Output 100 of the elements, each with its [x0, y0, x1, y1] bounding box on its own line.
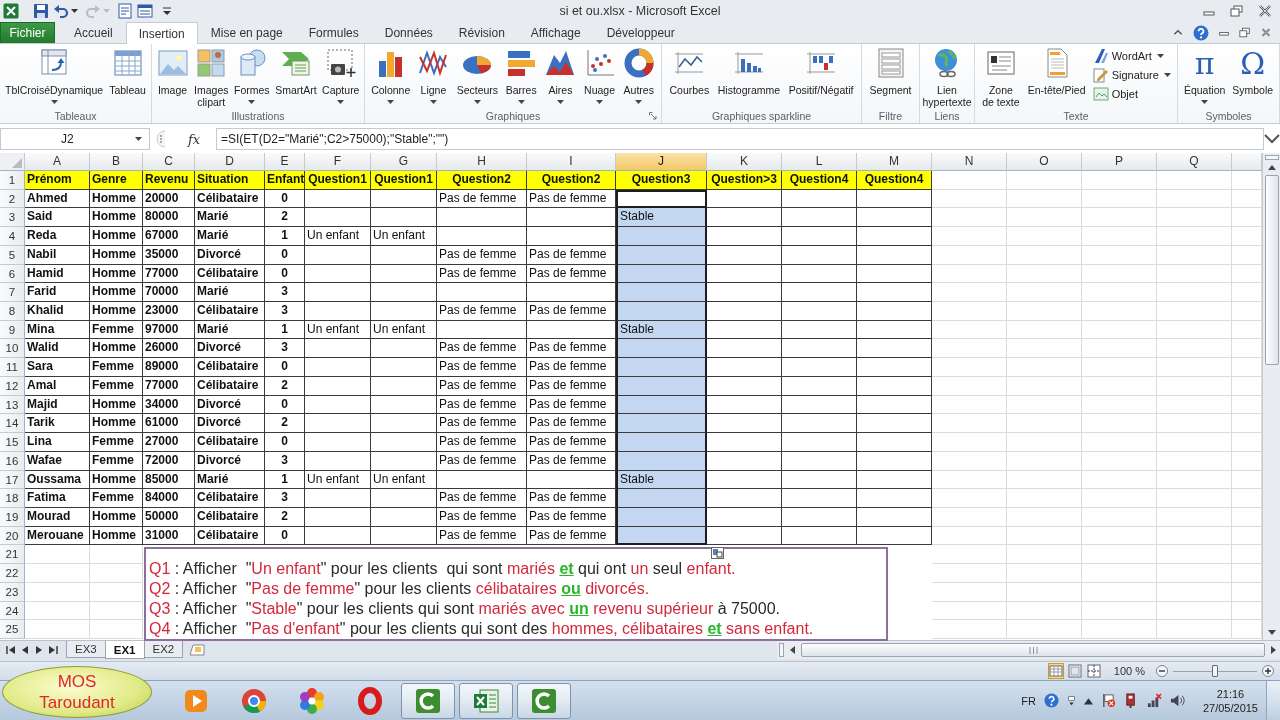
- last-sheet-icon[interactable]: [48, 646, 58, 654]
- insert-function-button[interactable]: fx: [166, 128, 216, 150]
- scroll-left-icon[interactable]: [790, 646, 795, 654]
- ribbon-tab[interactable]: Affichage: [517, 22, 594, 43]
- ribbon-tab[interactable]: Données: [371, 22, 446, 43]
- resize-handle-icon[interactable]: [156, 130, 166, 148]
- speaker-icon[interactable]: [1169, 693, 1185, 708]
- language-indicator[interactable]: FR: [1021, 694, 1036, 707]
- ribbon-tab[interactable]: Fichier: [0, 22, 55, 43]
- customize-toolbar-icon[interactable]: [163, 7, 171, 15]
- ribbon-button[interactable]: Images clipart: [193, 47, 230, 108]
- ribbon-button[interactable]: Image: [155, 47, 190, 96]
- expand-formula-icon[interactable]: [1264, 134, 1280, 144]
- taskbar-button[interactable]: [459, 682, 513, 719]
- vertical-scrollbar[interactable]: [1262, 153, 1280, 640]
- ribbon-button[interactable]: Nuage: [582, 47, 617, 104]
- ribbon-button[interactable]: Positif/Négatif: [787, 47, 855, 96]
- dialog-launcher-icon[interactable]: [649, 112, 657, 120]
- split-handle-icon[interactable]: [1264, 155, 1279, 160]
- column-header[interactable]: A: [25, 153, 90, 171]
- save-icon[interactable]: [33, 3, 49, 19]
- row-header[interactable]: 22: [0, 564, 25, 583]
- flag-icon[interactable]: [1100, 693, 1116, 708]
- row-header[interactable]: 8: [0, 302, 25, 321]
- close-icon[interactable]: [1258, 5, 1272, 17]
- normal-view-icon[interactable]: [1048, 664, 1063, 678]
- split-handle-icon[interactable]: [779, 643, 784, 657]
- column-header[interactable]: D: [195, 153, 265, 171]
- ribbon-button[interactable]: Tableau: [108, 47, 147, 96]
- row-header[interactable]: 1: [0, 171, 25, 190]
- ribbon-button[interactable]: π Équation: [1182, 47, 1227, 104]
- row-header[interactable]: 15: [0, 433, 25, 452]
- scroll-right-icon[interactable]: [1271, 646, 1276, 654]
- page-break-icon[interactable]: [1086, 664, 1101, 678]
- ribbon-tab[interactable]: Mise en page: [197, 22, 296, 43]
- zoom-out-icon[interactable]: [1156, 665, 1168, 677]
- first-sheet-icon[interactable]: [6, 646, 16, 654]
- ribbon-button[interactable]: Lien hypertexte: [921, 47, 973, 108]
- undo-icon[interactable]: [53, 3, 69, 19]
- column-header[interactable]: B: [90, 153, 143, 171]
- ribbon-button[interactable]: Ω Symbole: [1231, 47, 1275, 96]
- ribbon-button[interactable]: Colonne: [370, 47, 412, 104]
- ribbon-tab[interactable]: Insertion: [125, 22, 198, 44]
- row-header[interactable]: 7: [0, 283, 25, 303]
- ribbon-button[interactable]: Barres: [504, 47, 539, 104]
- help-icon[interactable]: [1043, 693, 1059, 708]
- clock-time[interactable]: 21:16: [1216, 686, 1245, 701]
- ribbon-tab[interactable]: Formules: [295, 22, 372, 43]
- formula-field[interactable]: =SI(ET(D2="Marié";C2>75000);"Stable";""): [216, 128, 1264, 150]
- zoom-level[interactable]: 100 %: [1113, 665, 1145, 677]
- row-header[interactable]: 4: [0, 227, 25, 246]
- row-header[interactable]: 21: [0, 545, 25, 565]
- caret-icon[interactable]: [135, 137, 142, 141]
- paste-options-icon[interactable]: [711, 546, 724, 559]
- sheet-tab[interactable]: EX2: [143, 641, 184, 658]
- ribbon-tab[interactable]: Accueil: [61, 22, 126, 43]
- ribbon-button[interactable]: Capture: [321, 47, 361, 104]
- close-icon[interactable]: [1260, 27, 1272, 38]
- column-header[interactable]: E: [265, 153, 305, 171]
- ribbon-button[interactable]: Histogramme: [716, 47, 782, 96]
- ribbon-button[interactable]: Segment: [868, 47, 913, 96]
- next-sheet-icon[interactable]: [34, 646, 44, 654]
- scroll-down-icon[interactable]: [1267, 630, 1276, 635]
- ribbon-tab[interactable]: Révision: [445, 22, 518, 43]
- column-header[interactable]: N: [932, 153, 1007, 171]
- spreadsheet-app-icon[interactable]: [3, 3, 19, 19]
- column-header[interactable]: M: [857, 153, 932, 171]
- ribbon-button[interactable]: Courbes: [668, 47, 711, 96]
- slider-thumb[interactable]: [1212, 665, 1218, 677]
- column-header[interactable]: L: [782, 153, 857, 171]
- show-hidden-icons-icon[interactable]: [1083, 695, 1093, 706]
- column-header[interactable]: J: [616, 153, 707, 171]
- column-header[interactable]: F: [305, 153, 371, 171]
- previous-sheet-icon[interactable]: [20, 646, 30, 654]
- row-header[interactable]: 10: [0, 339, 25, 359]
- sheet-tab[interactable]: EX3: [66, 641, 106, 658]
- zoom-in-icon[interactable]: [1262, 665, 1274, 677]
- row-header[interactable]: 25: [0, 620, 25, 639]
- ribbon-button[interactable]: Signature: [1092, 67, 1171, 83]
- caret-icon[interactable]: [71, 9, 78, 13]
- ribbon-button[interactable]: En-tête/Pied: [1026, 47, 1087, 96]
- column-header[interactable]: O: [1007, 153, 1082, 171]
- ribbon-button[interactable]: Zone de texte: [981, 47, 1021, 108]
- name-box[interactable]: J2: [0, 128, 150, 150]
- column-header[interactable]: K: [707, 153, 782, 171]
- restore-icon[interactable]: [1230, 5, 1244, 17]
- ribbon-tab[interactable]: Développeur: [593, 22, 688, 43]
- taskbar-button[interactable]: [401, 682, 455, 719]
- row-header[interactable]: 14: [0, 414, 25, 434]
- scroll-up-icon[interactable]: [1267, 165, 1276, 170]
- scrollbar-thumb[interactable]: [1264, 175, 1279, 365]
- help-icon[interactable]: [1193, 24, 1209, 41]
- column-header[interactable]: G: [371, 153, 437, 171]
- ribbon-button[interactable]: Objet: [1092, 86, 1171, 102]
- ribbon-button[interactable]: Aires: [543, 47, 578, 104]
- window-icon[interactable]: [137, 3, 153, 19]
- network-icon[interactable]: [1146, 693, 1162, 708]
- ribbon-button[interactable]: Formes: [233, 47, 271, 104]
- scrollbar-thumb[interactable]: [801, 643, 1265, 657]
- row-header[interactable]: 18: [0, 489, 25, 508]
